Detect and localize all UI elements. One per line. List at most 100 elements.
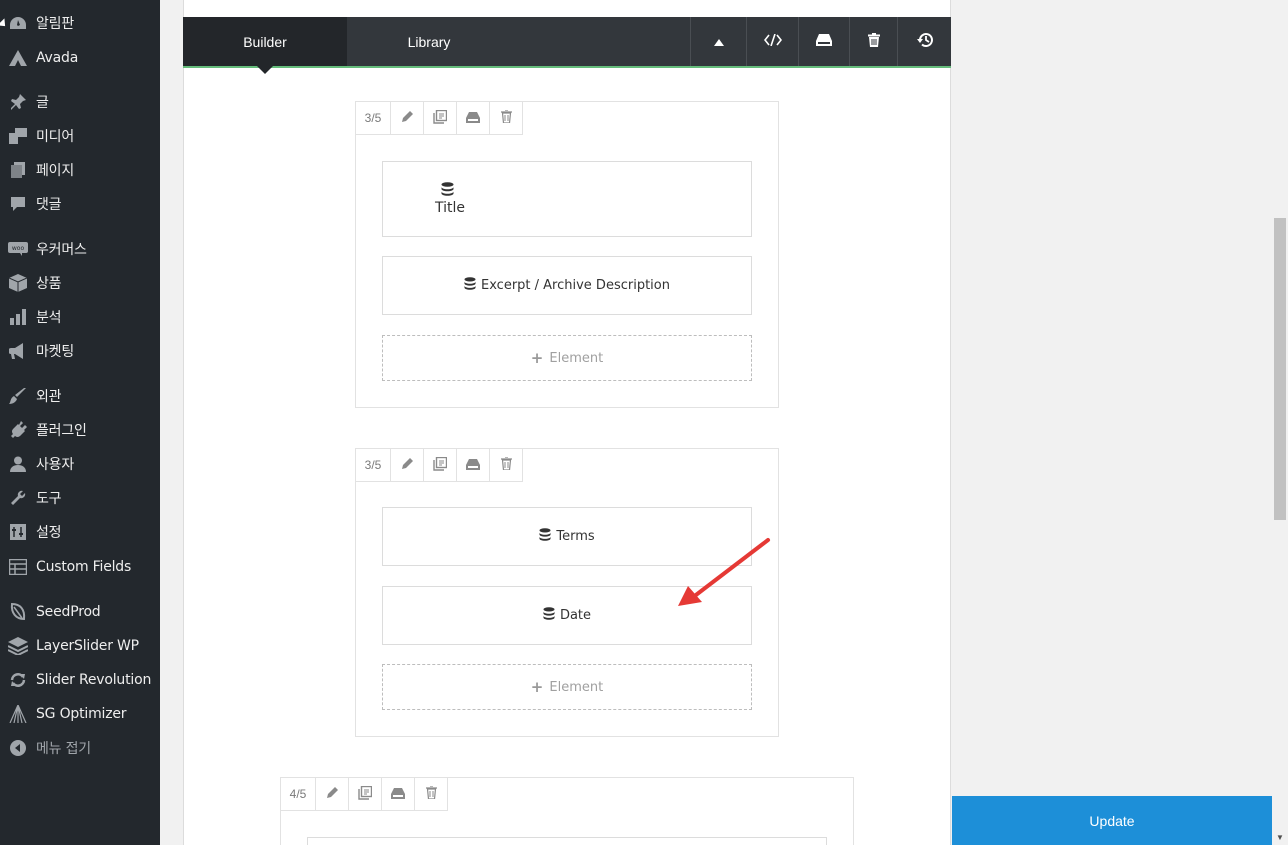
scroll-down-arrow-icon[interactable]: ▼ — [1272, 829, 1288, 845]
sidebar-item-products[interactable]: 상품 — [0, 268, 160, 298]
leaf-icon — [8, 602, 28, 622]
wrench-icon — [8, 488, 28, 508]
sidebar-item-dashboard[interactable]: 알림판 — [0, 8, 160, 38]
element-placeholder — [307, 837, 827, 845]
collapse-builder-button[interactable] — [690, 17, 746, 66]
avada-icon — [8, 48, 28, 68]
history-button[interactable] — [897, 17, 951, 66]
edit-column-button[interactable] — [391, 102, 424, 135]
sidebar-item-marketing[interactable]: 마켓팅 — [0, 336, 160, 366]
tab-builder[interactable]: Builder — [183, 17, 347, 74]
annotation-arrow — [678, 538, 770, 606]
sg-icon — [8, 704, 28, 724]
sidebar-item-posts[interactable]: 글 — [0, 87, 160, 117]
sidebar-item-media[interactable]: 미디어 — [0, 121, 160, 151]
column-size-button[interactable]: 3/5 — [356, 102, 391, 135]
page-scrollbar[interactable]: ▼ — [1272, 0, 1288, 845]
admin-sidebar: 알림판 Avada 글 미디어 페이지 댓글 woo 우커머스 상품 분석 마켓… — [0, 0, 160, 845]
element-title[interactable]: Title — [382, 161, 752, 237]
collapse-icon — [8, 738, 28, 758]
save-column-button[interactable] — [382, 778, 415, 811]
builder-toolbar: Builder Library — [183, 17, 951, 74]
media-icon — [8, 126, 28, 146]
megaphone-icon — [8, 341, 28, 361]
refresh-icon — [8, 670, 28, 690]
dashboard-icon — [8, 13, 28, 33]
page-icon — [8, 160, 28, 180]
scrollbar-thumb[interactable] — [1274, 218, 1286, 520]
column-container: 4/5 — [280, 777, 854, 845]
column-controls: 4/5 — [281, 778, 448, 811]
trash-icon — [425, 785, 437, 802]
column-size-button[interactable]: 3/5 — [356, 449, 391, 482]
svg-text:woo: woo — [12, 245, 25, 252]
pin-icon — [8, 92, 28, 112]
table-icon — [8, 557, 28, 577]
copy-icon — [433, 109, 448, 127]
sidebar-item-analytics[interactable]: 분석 — [0, 302, 160, 332]
edit-column-button[interactable] — [391, 449, 424, 482]
layers-icon — [8, 636, 28, 656]
trash-icon — [867, 32, 880, 51]
drive-icon — [816, 33, 832, 50]
sidebar-item-avada[interactable]: Avada — [0, 43, 160, 73]
clone-column-button[interactable] — [424, 102, 457, 135]
database-icon — [539, 528, 551, 545]
sidebar-item-sg-optimizer[interactable]: SG Optimizer — [0, 699, 160, 729]
clone-column-button[interactable] — [424, 449, 457, 482]
database-icon — [464, 277, 476, 294]
database-icon — [441, 182, 454, 200]
brush-icon — [8, 386, 28, 406]
pencil-icon — [401, 110, 413, 126]
column-controls: 3/5 — [356, 102, 523, 135]
code-icon — [763, 33, 782, 50]
sidebar-item-layerslider[interactable]: LayerSlider WP — [0, 631, 160, 661]
settings-icon — [8, 522, 28, 542]
save-column-button[interactable] — [457, 102, 490, 135]
woo-icon: woo — [8, 239, 28, 259]
delete-column-button[interactable] — [490, 449, 523, 482]
pencil-icon — [326, 786, 338, 802]
sidebar-item-woocommerce[interactable]: woo 우커머스 — [0, 234, 160, 264]
tab-active-caret — [257, 66, 273, 74]
column-size-button[interactable]: 4/5 — [281, 778, 316, 811]
delete-column-button[interactable] — [415, 778, 448, 811]
sidebar-item-comments[interactable]: 댓글 — [0, 189, 160, 219]
trash-icon — [500, 109, 512, 126]
copy-icon — [358, 785, 373, 803]
column-controls: 3/5 — [356, 449, 523, 482]
sidebar-item-plugins[interactable]: 플러그인 — [0, 415, 160, 445]
sidebar-collapse-menu[interactable]: 메뉴 접기 — [0, 733, 160, 763]
copy-icon — [433, 456, 448, 474]
update-button[interactable]: Update — [952, 796, 1272, 845]
save-layout-button[interactable] — [798, 17, 849, 66]
delete-layout-button[interactable] — [849, 17, 897, 66]
sidebar-item-pages[interactable]: 페이지 — [0, 155, 160, 185]
edit-column-button[interactable] — [316, 778, 349, 811]
code-view-button[interactable] — [746, 17, 798, 66]
comment-icon — [8, 194, 28, 214]
plus-icon: + — [530, 678, 544, 696]
sidebar-item-settings[interactable]: 설정 — [0, 517, 160, 547]
element-excerpt[interactable]: Excerpt / Archive Description — [382, 256, 752, 315]
database-icon — [543, 607, 555, 624]
delete-column-button[interactable] — [490, 102, 523, 135]
drive-icon — [466, 458, 480, 473]
pencil-icon — [401, 457, 413, 473]
trash-icon — [500, 456, 512, 473]
tab-library[interactable]: Library — [347, 17, 511, 66]
plugin-icon — [8, 420, 28, 440]
plus-icon: + — [530, 349, 544, 367]
add-element-button[interactable]: + Element — [382, 664, 752, 710]
clone-column-button[interactable] — [349, 778, 382, 811]
add-element-button[interactable]: + Element — [382, 335, 752, 381]
drive-icon — [466, 111, 480, 126]
sidebar-item-appearance[interactable]: 외관 — [0, 381, 160, 411]
sidebar-item-users[interactable]: 사용자 — [0, 449, 160, 479]
sidebar-item-seedprod[interactable]: SeedProd — [0, 597, 160, 627]
sidebar-item-slider-revolution[interactable]: Slider Revolution — [0, 665, 160, 695]
history-icon — [916, 32, 934, 52]
sidebar-item-custom-fields[interactable]: Custom Fields — [0, 552, 160, 582]
sidebar-item-tools[interactable]: 도구 — [0, 483, 160, 513]
save-column-button[interactable] — [457, 449, 490, 482]
